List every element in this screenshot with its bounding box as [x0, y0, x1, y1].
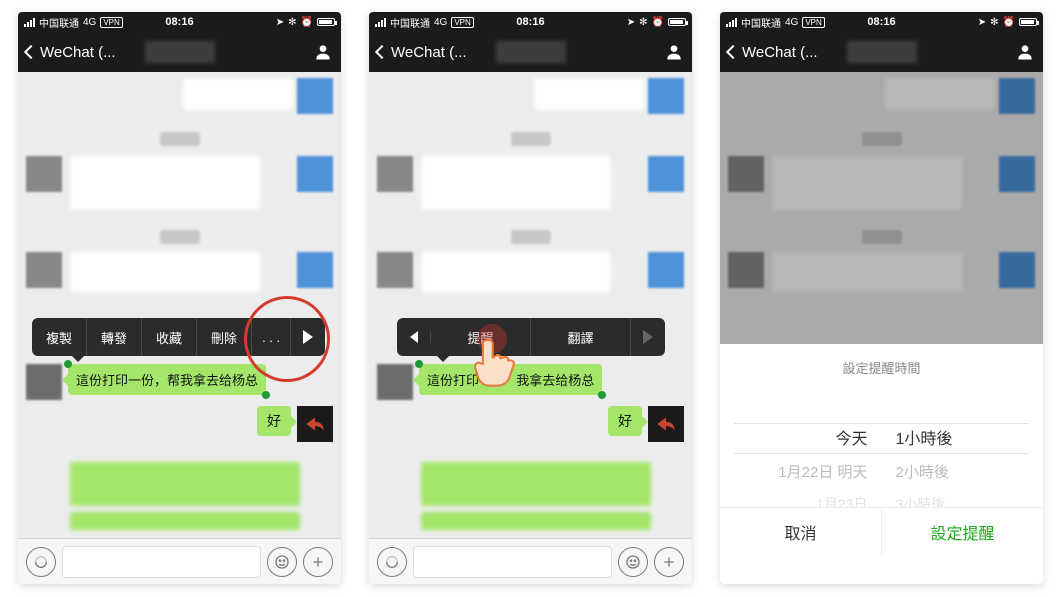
emoji-button[interactable]	[267, 547, 297, 577]
reply-row: 好	[257, 406, 333, 442]
nav-title: WeChat (...	[391, 44, 467, 61]
triangle-left-icon	[410, 331, 418, 343]
menu-next-arrow-disabled	[631, 330, 665, 344]
emoji-button[interactable]	[618, 547, 648, 577]
picker-time-column[interactable]: 1小時後 2小時後 3小時後	[882, 387, 1044, 507]
input-bar	[18, 538, 341, 584]
time-picker[interactable]: 今天 1月22日 明天 1月23日 1小時後 2小時後 3小時後	[720, 387, 1043, 507]
status-bar: 中国联通 4G VPN 08:16 ➤ ✻ ⏰	[369, 12, 692, 32]
voice-button[interactable]	[26, 547, 56, 577]
chevron-left-icon	[24, 45, 38, 59]
menu-forward[interactable]: 轉發	[87, 318, 142, 356]
menu-favorite[interactable]: 收藏	[142, 318, 197, 356]
nav-title: WeChat (...	[742, 44, 818, 61]
menu-translate[interactable]: 翻譯	[531, 318, 631, 356]
menu-more[interactable]: . . .	[252, 318, 291, 356]
avatar	[26, 364, 62, 400]
reply-bubble[interactable]: 好	[257, 406, 291, 436]
selected-message-row: 這份打印一份，帮我拿去给杨总	[26, 364, 266, 400]
nav-title-blur	[145, 41, 215, 63]
sheet-title: 設定提醒時間	[720, 344, 1043, 387]
menu-copy[interactable]: 複製	[32, 318, 87, 356]
nav-title: WeChat (...	[40, 44, 116, 61]
chat-area: 設定提醒時間 今天 1月22日 明天 1月23日 1小時後 2小時後 3小時後 …	[720, 72, 1043, 584]
phone-screenshot-2: 中国联通 4G VPN 08:16 ➤ ✻ ⏰ WeChat (...	[369, 12, 692, 584]
nav-bar: WeChat (...	[18, 32, 341, 72]
chevron-left-icon	[726, 45, 740, 59]
chevron-left-icon	[375, 45, 389, 59]
nav-title-blur	[847, 41, 917, 63]
picker-date-next: 1月22日 明天	[778, 461, 867, 482]
menu-prev-arrow[interactable]	[397, 331, 431, 343]
profile-icon[interactable]	[1015, 42, 1035, 62]
context-menu: 複製 轉發 收藏 刪除 . . .	[32, 318, 325, 356]
reply-row: 好	[608, 406, 684, 442]
picker-time-selected: 1小時後	[896, 425, 953, 449]
message-input[interactable]	[413, 546, 612, 578]
reminder-sheet: 設定提醒時間 今天 1月22日 明天 1月23日 1小時後 2小時後 3小時後 …	[720, 344, 1043, 584]
phone-screenshot-1: 中国联通 4G VPN 08:16 ➤ ✻ ⏰ WeChat (...	[18, 12, 341, 584]
menu-delete[interactable]: 刪除	[197, 318, 252, 356]
chat-area: 複製 轉發 收藏 刪除 . . . 這份打印一份，帮我拿去给杨总 好	[18, 72, 341, 538]
battery-icon	[1019, 18, 1037, 26]
status-bar: 中国联通 4G VPN 08:16 ➤ ✻ ⏰	[18, 12, 341, 32]
nav-bar: WeChat (...	[720, 32, 1043, 72]
plus-button[interactable]	[303, 547, 333, 577]
message-input[interactable]	[62, 546, 261, 578]
sheet-actions: 取消 設定提醒	[720, 507, 1043, 555]
selected-message-bubble[interactable]: 這份打印一份，帮我拿去给杨总	[68, 364, 266, 395]
reply-bubble[interactable]: 好	[608, 406, 642, 436]
chat-area: 提醒 翻譯 這份打印 我拿去给杨总 好	[369, 72, 692, 538]
selected-message-text-b: 我拿去给杨总	[516, 373, 594, 388]
status-bar: 中国联通 4G VPN 08:16 ➤ ✻ ⏰	[720, 12, 1043, 32]
battery-icon	[668, 18, 686, 26]
back-button[interactable]: WeChat (...	[377, 44, 467, 61]
clock-label: 08:16	[369, 16, 692, 28]
cancel-button[interactable]: 取消	[720, 507, 882, 555]
profile-icon[interactable]	[313, 42, 333, 62]
picker-date-selected: 今天	[835, 425, 867, 449]
context-menu-page2: 提醒 翻譯	[397, 318, 665, 356]
nav-bar: WeChat (...	[369, 32, 692, 72]
profile-icon[interactable]	[664, 42, 684, 62]
triangle-right-icon	[643, 330, 653, 344]
battery-icon	[317, 18, 335, 26]
avatar	[297, 406, 333, 442]
avatar	[377, 364, 413, 400]
picker-date-faded: 1月23日	[816, 494, 867, 507]
reply-text: 好	[267, 413, 281, 429]
back-button[interactable]: WeChat (...	[728, 44, 818, 61]
phone-screenshot-3: 中国联通 4G VPN 08:16 ➤ ✻ ⏰ WeChat (...	[720, 12, 1043, 584]
picker-time-next: 2小時後	[896, 461, 949, 482]
voice-button[interactable]	[377, 547, 407, 577]
picker-date-column[interactable]: 今天 1月22日 明天 1月23日	[720, 387, 882, 507]
avatar	[648, 406, 684, 442]
input-bar	[369, 538, 692, 584]
clock-label: 08:16	[18, 16, 341, 28]
plus-button[interactable]	[654, 547, 684, 577]
selected-message-text: 這份打印一份，帮我拿去给杨总	[76, 373, 258, 388]
nav-title-blur	[496, 41, 566, 63]
triangle-right-icon	[303, 330, 313, 344]
menu-next-arrow[interactable]	[291, 330, 325, 344]
picker-time-faded: 3小時後	[896, 494, 946, 507]
confirm-button[interactable]: 設定提醒	[882, 507, 1043, 555]
reply-text: 好	[618, 413, 632, 429]
back-button[interactable]: WeChat (...	[26, 44, 116, 61]
clock-label: 08:16	[720, 16, 1043, 28]
pointing-hand-icon	[469, 336, 515, 392]
